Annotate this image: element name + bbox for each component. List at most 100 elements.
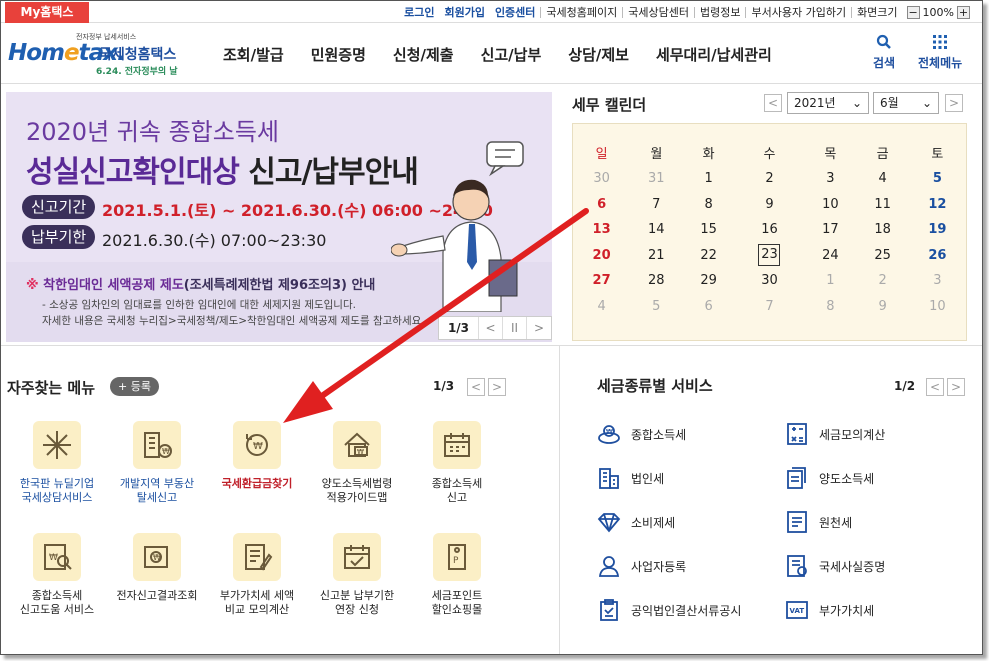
quick-menu-item[interactable]: 신고분 납부기한 연장 신청 [307, 533, 407, 617]
quick-menu-item[interactable]: ₩ 종합소득세 신고도움 서비스 [7, 533, 107, 617]
login-link[interactable]: 로그인 [399, 4, 439, 20]
nav-inquiry-issue[interactable]: 조회/발급 [223, 44, 284, 65]
quick-menu-item[interactable]: 한국판 뉴딜기업 국세상담서비스 [7, 421, 107, 505]
calendar-day[interactable]: 13 [573, 217, 630, 243]
tax-service-item[interactable]: 법인세 [597, 466, 664, 490]
nav-consult-report[interactable]: 상담/제보 [568, 44, 629, 65]
quick-menu-item[interactable]: 종합소득세 신고 [407, 421, 507, 505]
quick-menu-next-button[interactable]: > [488, 378, 506, 396]
calendar-day[interactable]: 1 [804, 268, 856, 294]
notice-banner[interactable]: 2020년 귀속 종합소득세 성실신고확인대상 신고/납부안내 신고기간 202… [6, 92, 552, 342]
screen-size-label: 화면크기 [857, 6, 898, 19]
calendar-day[interactable]: 29 [682, 268, 734, 294]
calendar-day[interactable]: 12 [909, 192, 966, 218]
calendar-day[interactable]: 3 [909, 268, 966, 294]
calendar-day[interactable]: 26 [909, 243, 966, 269]
quick-menu-item[interactable]: 부가가치세 세액 비교 모의계산 [207, 533, 307, 617]
calendar-year-prev-button[interactable]: < [764, 94, 782, 112]
calendar-day[interactable]: 19 [909, 217, 966, 243]
calendar-day[interactable]: 4 [573, 294, 630, 320]
calendar-day[interactable]: 7 [630, 192, 682, 218]
calendar-month-select[interactable]: 6월 ⌄ [873, 92, 939, 114]
certificate-center-link[interactable]: 인증센터 [490, 4, 540, 20]
calendar-day[interactable]: 31 [630, 166, 682, 192]
calendar-day[interactable]: 21 [630, 243, 682, 269]
calendar-day[interactable]: 9 [735, 192, 805, 218]
consult-center-link[interactable]: 국세상담센터 [623, 4, 694, 20]
calendar-month-next-button[interactable]: > [945, 94, 963, 112]
all-menu-button[interactable]: 전체메뉴 [918, 34, 962, 71]
calendar-day[interactable]: 14 [630, 217, 682, 243]
quick-menu-item[interactable]: ₩ 전자신고결과조회 [107, 533, 207, 603]
quick-menu-item[interactable]: ₩ 국세환급금찾기 [207, 421, 307, 491]
calendar-day[interactable]: 4 [857, 166, 909, 192]
calendar-day[interactable]: 8 [682, 192, 734, 218]
search-button[interactable]: 검색 [873, 34, 895, 71]
calendar-day[interactable]: 10 [909, 294, 966, 320]
calendar-day[interactable]: 17 [804, 217, 856, 243]
calendar-day[interactable]: 10 [804, 192, 856, 218]
calendar-day[interactable]: 30 [573, 166, 630, 192]
calendar-year-select[interactable]: 2021년 ⌄ [787, 92, 869, 114]
calendar-day[interactable]: 7 [735, 294, 805, 320]
calendar-day-today[interactable]: 23 [735, 243, 805, 269]
calendar-day[interactable]: 8 [804, 294, 856, 320]
tax-service-item[interactable]: 세금모의계산 [785, 422, 885, 446]
tax-service-item[interactable]: 양도소득세 [785, 466, 874, 490]
tax-service-item[interactable]: 원천세 [785, 510, 852, 534]
tax-service-item[interactable]: 사업자등록 [597, 554, 686, 578]
banner-next-button[interactable]: > [527, 317, 551, 339]
tax-service-item[interactable]: ₩ 종합소득세 [597, 422, 686, 446]
calendar-day[interactable]: 15 [682, 217, 734, 243]
calendar-day[interactable]: 28 [630, 268, 682, 294]
quick-menu-item[interactable]: P 세금포인트 할인쇼핑몰 [407, 533, 507, 617]
my-hometax-tab[interactable]: My홈택스 [5, 2, 89, 23]
calendar-day[interactable]: 27 [573, 268, 630, 294]
zoom-out-button[interactable]: − [906, 5, 920, 19]
tax-services-prev-button[interactable]: < [926, 378, 944, 396]
money-search-icon: ₩ [133, 533, 181, 581]
law-info-link[interactable]: 법령정보 [695, 4, 745, 20]
nav-tax-agent[interactable]: 세무대리/납세관리 [656, 44, 772, 65]
calendar-day[interactable]: 11 [857, 192, 909, 218]
calendar-day[interactable]: 30 [735, 268, 805, 294]
banner-pause-button[interactable]: II [503, 317, 527, 339]
tax-services-next-button[interactable]: > [947, 378, 965, 396]
tax-service-item[interactable]: VAT 부가가치세 [785, 598, 874, 622]
calendar-day[interactable]: 3 [804, 166, 856, 192]
tax-service-label: 양도소득세 [819, 471, 875, 486]
calendar-day[interactable]: 20 [573, 243, 630, 269]
calendar-day[interactable]: 25 [857, 243, 909, 269]
calendar-day[interactable]: 18 [857, 217, 909, 243]
nav-apply-submit[interactable]: 신청/제출 [393, 44, 454, 65]
banner-prev-button[interactable]: < [479, 317, 503, 339]
calendar-day[interactable]: 2 [735, 166, 805, 192]
calendar-day[interactable]: 22 [682, 243, 734, 269]
calendar-day[interactable]: 5 [909, 166, 966, 192]
calendar-icon [433, 421, 481, 469]
calendar-day[interactable]: 9 [857, 294, 909, 320]
signup-link[interactable]: 회원가입 [439, 4, 489, 20]
weekday-thu: 목 [824, 146, 837, 162]
calendar-day[interactable]: 6 [682, 294, 734, 320]
calendar-day[interactable]: 6 [573, 192, 630, 218]
quick-menu-prev-button[interactable]: < [467, 378, 485, 396]
quick-menu-item[interactable]: ₩ 개발지역 부동산 탈세신고 [107, 421, 207, 505]
tax-service-item[interactable]: 소비제세 [597, 510, 675, 534]
calendar-day[interactable]: 5 [630, 294, 682, 320]
calendar-day[interactable]: 1 [682, 166, 734, 192]
tax-service-item[interactable]: 공익법인결산서류공시 [597, 598, 741, 622]
calendar-day[interactable]: 24 [804, 243, 856, 269]
department-user-signup-link[interactable]: 부서사용자 가입하기 [746, 4, 851, 20]
quick-menu-add-button[interactable]: + 등록 [110, 377, 159, 396]
tax-service-item[interactable]: 국세사실증명 [785, 554, 885, 578]
nts-homepage-link[interactable]: 국세청홈페이지 [541, 4, 622, 20]
calendar-day[interactable]: 2 [857, 268, 909, 294]
coins-icon: ₩ [597, 422, 621, 446]
zoom-in-button[interactable]: + [957, 5, 970, 19]
hometax-logo[interactable]: 전자정부 납세서비스 Hometax. 국세청홈택스 6.24. 전자정부의 날 [6, 32, 206, 78]
nav-report-pay[interactable]: 신고/납부 [481, 44, 542, 65]
nav-civil-certificate[interactable]: 민원증명 [311, 44, 366, 65]
calendar-day[interactable]: 16 [735, 217, 805, 243]
quick-menu-item[interactable]: ₩ 양도소득세법령 적용가이드맵 [307, 421, 407, 505]
